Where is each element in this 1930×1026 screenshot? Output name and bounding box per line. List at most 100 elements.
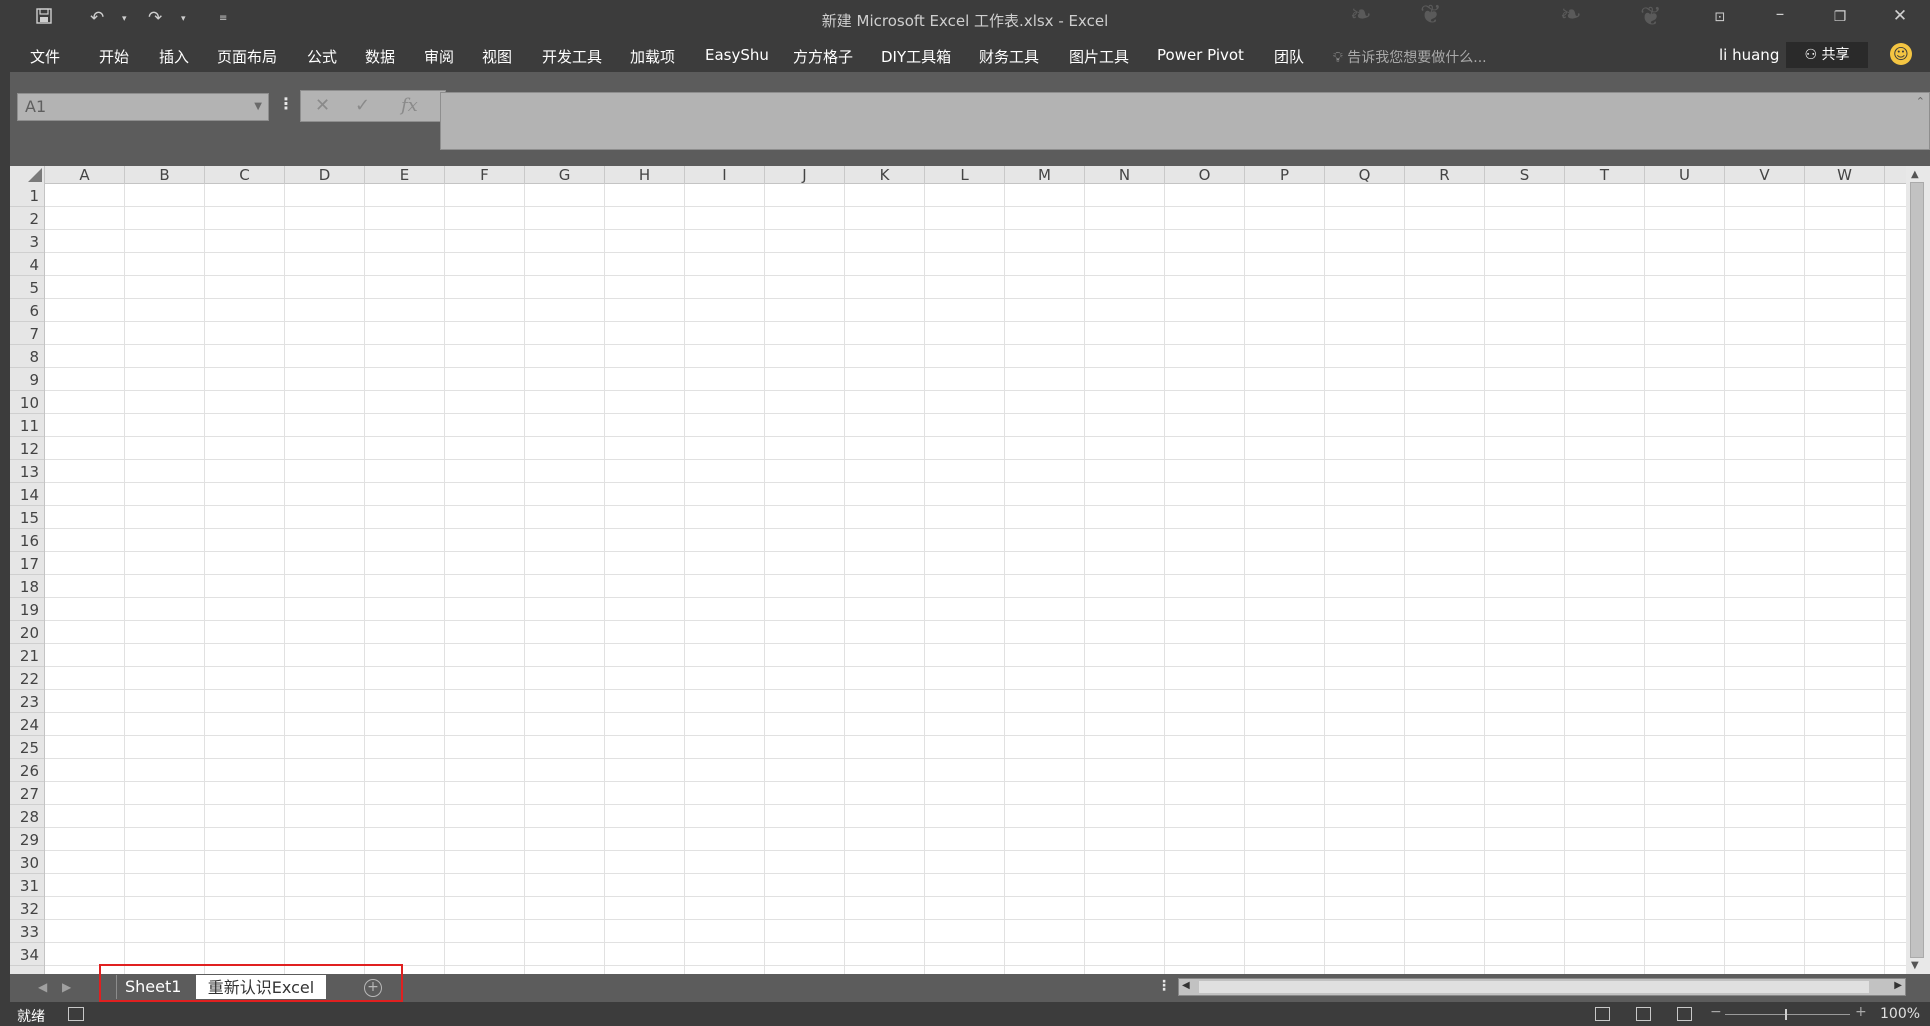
- scroll-thumb[interactable]: [1199, 981, 1869, 993]
- user-name[interactable]: li huang: [1719, 46, 1779, 64]
- row-header[interactable]: 5: [10, 276, 44, 299]
- column-header[interactable]: A: [45, 166, 125, 184]
- row-header[interactable]: 27: [10, 782, 44, 805]
- sheet-tab-active[interactable]: 重新认识Excel: [196, 975, 326, 999]
- column-header[interactable]: R: [1405, 166, 1485, 184]
- scroll-up-icon[interactable]: ▲: [1911, 169, 1919, 180]
- tab-splitter-icon[interactable]: ⋮: [1157, 978, 1171, 994]
- row-header[interactable]: 22: [10, 667, 44, 690]
- row-header[interactable]: 32: [10, 897, 44, 920]
- column-header[interactable]: T: [1565, 166, 1645, 184]
- row-header[interactable]: 24: [10, 713, 44, 736]
- column-header[interactable]: O: [1165, 166, 1245, 184]
- cancel-icon[interactable]: ✕: [315, 95, 330, 116]
- share-button[interactable]: ⚇ 共享: [1786, 42, 1868, 68]
- name-box[interactable]: A1 ▼: [17, 93, 269, 121]
- row-header[interactable]: 6: [10, 299, 44, 322]
- insert-function-icon[interactable]: fx: [401, 95, 418, 116]
- column-header[interactable]: G: [525, 166, 605, 184]
- tab-fangfang[interactable]: 方方格子: [793, 46, 853, 67]
- sheet-tab-sheet1[interactable]: Sheet1: [116, 975, 189, 999]
- column-header[interactable]: F: [445, 166, 525, 184]
- add-sheet-icon[interactable]: +: [364, 979, 382, 997]
- column-header[interactable]: E: [365, 166, 445, 184]
- row-header[interactable]: 17: [10, 552, 44, 575]
- row-header[interactable]: 30: [10, 851, 44, 874]
- page-layout-view-icon[interactable]: [1636, 1007, 1651, 1021]
- tab-insert[interactable]: 插入: [159, 46, 189, 67]
- tab-view[interactable]: 视图: [482, 46, 512, 67]
- collapse-icon[interactable]: ⌃: [1916, 95, 1925, 108]
- minimize-icon[interactable]: –: [1765, 4, 1795, 24]
- cell-area[interactable]: [45, 184, 1906, 974]
- column-header[interactable]: B: [125, 166, 205, 184]
- zoom-out-icon[interactable]: −: [1710, 1004, 1722, 1020]
- tab-file[interactable]: 文件: [30, 46, 60, 67]
- horizontal-scrollbar[interactable]: ◀ ▶: [1178, 978, 1906, 996]
- smiley-feedback-icon[interactable]: ☺: [1890, 43, 1912, 65]
- column-header[interactable]: V: [1725, 166, 1805, 184]
- tab-power-pivot[interactable]: Power Pivot: [1157, 46, 1244, 64]
- row-header[interactable]: 31: [10, 874, 44, 897]
- tab-formulas[interactable]: 公式: [307, 46, 337, 67]
- row-header[interactable]: 25: [10, 736, 44, 759]
- select-all-button[interactable]: [10, 166, 45, 184]
- row-header[interactable]: 11: [10, 414, 44, 437]
- column-header[interactable]: Q: [1325, 166, 1405, 184]
- tell-me-search[interactable]: 💡︎ 告诉我您想要做什么...: [1333, 47, 1487, 67]
- row-header[interactable]: 21: [10, 644, 44, 667]
- scroll-down-icon[interactable]: ▼: [1911, 960, 1919, 971]
- row-header[interactable]: 9: [10, 368, 44, 391]
- row-header[interactable]: 12: [10, 437, 44, 460]
- tab-developer[interactable]: 开发工具: [542, 46, 602, 67]
- tab-addins[interactable]: 加载项: [630, 46, 675, 67]
- row-header[interactable]: 13: [10, 460, 44, 483]
- vertical-scrollbar[interactable]: ▲ ▼: [1906, 166, 1930, 974]
- row-header[interactable]: 4: [10, 253, 44, 276]
- row-header[interactable]: 3: [10, 230, 44, 253]
- column-header[interactable]: I: [685, 166, 765, 184]
- next-sheet-icon[interactable]: ▶: [62, 980, 71, 994]
- scroll-thumb[interactable]: [1910, 182, 1924, 958]
- tab-diy-toolbox[interactable]: DIY工具箱: [881, 46, 951, 67]
- row-header[interactable]: 29: [10, 828, 44, 851]
- normal-view-icon[interactable]: [1595, 1007, 1610, 1021]
- zoom-slider-knob[interactable]: [1785, 1009, 1787, 1020]
- row-header[interactable]: 15: [10, 506, 44, 529]
- zoom-in-icon[interactable]: +: [1855, 1004, 1867, 1020]
- column-header[interactable]: C: [205, 166, 285, 184]
- row-header[interactable]: 23: [10, 690, 44, 713]
- tab-team[interactable]: 团队: [1274, 46, 1304, 67]
- row-header[interactable]: 10: [10, 391, 44, 414]
- scroll-left-icon[interactable]: ◀: [1182, 980, 1190, 991]
- prev-sheet-icon[interactable]: ◀: [38, 980, 47, 994]
- column-header[interactable]: L: [925, 166, 1005, 184]
- zoom-level[interactable]: 100%: [1880, 1006, 1920, 1022]
- row-header[interactable]: 26: [10, 759, 44, 782]
- row-header[interactable]: 18: [10, 575, 44, 598]
- row-header[interactable]: 34: [10, 943, 44, 966]
- row-header[interactable]: 20: [10, 621, 44, 644]
- column-header[interactable]: K: [845, 166, 925, 184]
- row-header[interactable]: 1: [10, 184, 44, 207]
- tab-picture-tools[interactable]: 图片工具: [1069, 46, 1129, 67]
- chevron-down-icon[interactable]: ▼: [254, 94, 262, 120]
- tab-data[interactable]: 数据: [365, 46, 395, 67]
- formula-input[interactable]: ⌃: [440, 92, 1930, 150]
- enter-icon[interactable]: ✓: [355, 95, 370, 116]
- tab-easyshu[interactable]: EasyShu: [705, 46, 769, 64]
- column-header[interactable]: H: [605, 166, 685, 184]
- row-header[interactable]: 8: [10, 345, 44, 368]
- row-header[interactable]: 16: [10, 529, 44, 552]
- page-break-view-icon[interactable]: [1677, 1007, 1692, 1021]
- macro-record-icon[interactable]: [68, 1007, 84, 1021]
- row-header[interactable]: 7: [10, 322, 44, 345]
- column-header[interactable]: J: [765, 166, 845, 184]
- row-header[interactable]: 19: [10, 598, 44, 621]
- restore-icon[interactable]: ❐: [1825, 9, 1855, 25]
- close-icon[interactable]: ✕: [1885, 6, 1915, 26]
- column-header[interactable]: W: [1805, 166, 1885, 184]
- tab-review[interactable]: 审阅: [424, 46, 454, 67]
- row-header[interactable]: 33: [10, 920, 44, 943]
- ribbon-display-icon[interactable]: ⊡: [1705, 10, 1735, 25]
